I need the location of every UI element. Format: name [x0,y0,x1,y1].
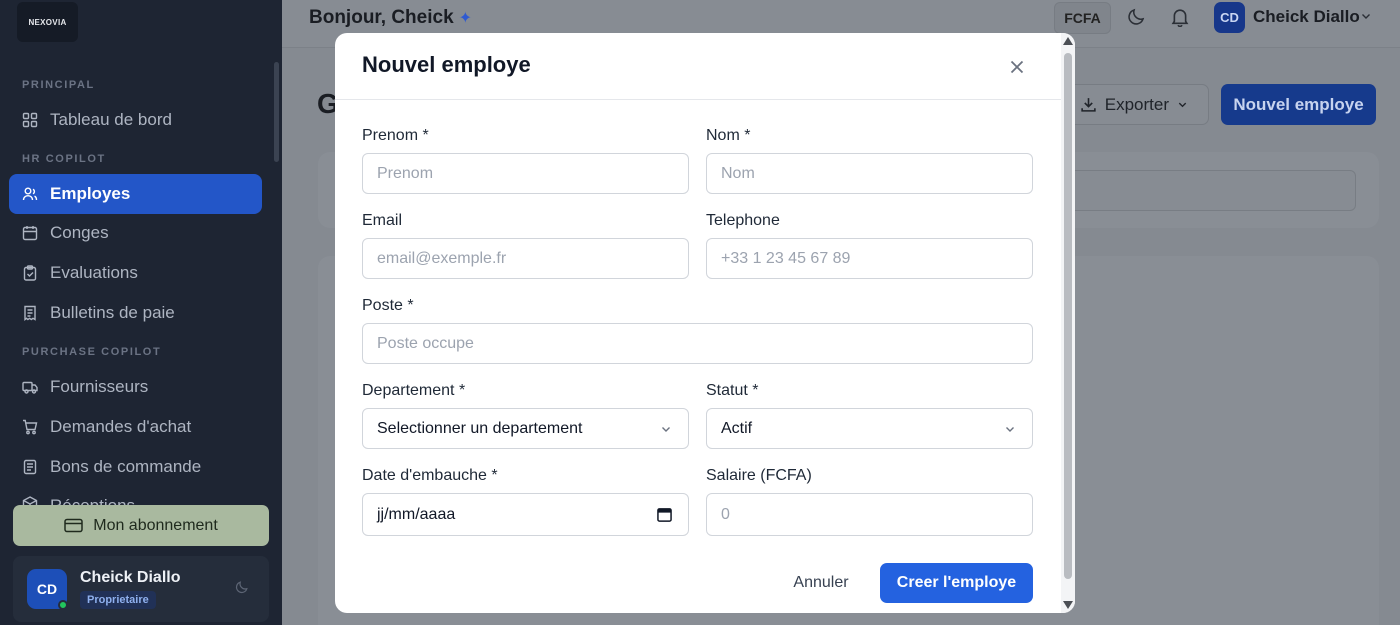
sidebar-item-bulletins-de-paie[interactable]: Bulletins de paie [9,293,262,333]
moon-icon[interactable] [1127,7,1146,26]
modal-divider [335,99,1061,100]
sidebar-item-evaluations[interactable]: Evaluations [9,253,262,293]
sidebar-item-label: Bulletins de paie [50,303,175,322]
date-embauche-value: jj/mm/aaaa [377,505,456,523]
sidebar-item-label: Bons de commande [50,457,202,476]
modal-scrollbar[interactable] [1061,33,1075,613]
sidebar-item-receptions[interactable]: Réceptions [9,486,262,506]
sidebar-item-fournisseurs[interactable]: Fournisseurs [9,367,262,407]
date-embauche-label: Date d'embauche * [362,467,498,484]
sidebar-item-bons-de-commande[interactable]: Bons de commande [9,447,262,487]
date-embauche-input[interactable]: jj/mm/aaaa [362,493,689,536]
departement-label: Departement * [362,382,466,399]
statut-value: Actif [721,419,753,437]
export-button[interactable]: Exporter [1068,84,1209,125]
online-status-dot [58,600,68,610]
export-label: Exporter [1104,94,1169,114]
new-employee-button[interactable]: Nouvel employe [1221,84,1376,125]
section-label-purchase-copilot: PURCHASE COPILOT [22,346,162,358]
close-icon[interactable] [1007,57,1027,77]
salaire-input[interactable] [706,493,1033,536]
sparkle-icon: ✦ [458,10,473,27]
chevron-down-icon[interactable] [1360,10,1372,22]
telephone-input[interactable] [706,238,1033,279]
scrollbar-thumb[interactable] [1064,53,1072,579]
role-badge: Proprietaire [80,591,156,609]
sidebar-scrollbar[interactable] [274,62,279,162]
statut-select[interactable]: Actif [706,408,1033,449]
scroll-down-arrow-icon[interactable] [1063,601,1073,609]
sidebar-item-label: Demandes d'achat [50,417,192,436]
prenom-label: Prenom * [362,127,429,144]
departement-select[interactable]: Selectionner un departement [362,408,689,449]
calendar-icon[interactable] [657,507,672,522]
create-employee-button[interactable]: Creer l'employe [880,563,1033,603]
poste-input[interactable] [362,323,1033,364]
app-logo[interactable]: NEXOVIA [17,2,78,42]
grid-icon [22,112,38,128]
sidebar: NEXOVIA PRINCIPAL Tableau de bord HR COP… [0,0,282,625]
sidebar-item-label: Tableau de bord [50,110,172,129]
calendar-icon [22,225,38,241]
greeting: Bonjour, Cheick ✦ [309,7,472,29]
chevron-down-icon [660,423,672,435]
telephone-label: Telephone [706,212,780,229]
cancel-button[interactable]: Annuler [775,563,867,603]
poste-label: Poste * [362,297,414,314]
user-name: Cheick Diallo [80,569,181,586]
sidebar-item-tableau-de-bord[interactable]: Tableau de bord [9,100,262,140]
sidebar-item-employes[interactable]: Employes [9,174,262,214]
sidebar-item-label: Fournisseurs [50,377,149,396]
nom-label: Nom * [706,127,751,144]
clipboard-icon [22,265,38,281]
document-icon [22,459,38,475]
nom-input[interactable] [706,153,1033,194]
modal-title: Nouvel employe [362,52,531,77]
sidebar-item-conges[interactable]: Conges [9,213,262,253]
truck-icon [22,379,38,395]
email-label: Email [362,212,403,229]
subscription-button[interactable]: Mon abonnement [13,505,269,546]
section-label-hr-copilot: HR COPILOT [22,153,106,165]
new-employee-modal: Nouvel employe Prenom * Nom * Email Tele… [335,33,1075,613]
sidebar-item-demandes-achat[interactable]: Demandes d'achat [9,407,262,447]
receipt-icon [22,305,38,321]
filter-input[interactable] [1068,170,1356,211]
sidebar-item-label: Conges [50,223,109,242]
prenom-input[interactable] [362,153,689,194]
section-label-principal: PRINCIPAL [22,79,95,91]
sidebar-item-label: Employes [50,184,131,203]
subscription-label: Mon abonnement [93,516,218,534]
cart-icon [22,419,38,435]
credit-card-icon [64,518,83,533]
user-card[interactable]: CD Cheick Diallo Proprietaire [13,556,269,622]
email-input[interactable] [362,238,689,279]
greeting-text: Bonjour, Cheick [309,7,454,28]
moon-icon[interactable] [235,580,249,599]
scroll-up-arrow-icon[interactable] [1063,37,1073,45]
statut-label: Statut * [706,382,759,399]
chevron-down-icon [1004,423,1016,435]
departement-value: Selectionner un departement [377,419,583,437]
download-icon [1080,96,1097,113]
user-avatar[interactable]: CD [1214,2,1245,33]
currency-button[interactable]: FCFA [1054,2,1111,34]
users-icon [22,186,38,202]
salaire-label: Salaire (FCFA) [706,467,812,484]
bell-icon[interactable] [1170,7,1190,27]
user-name[interactable]: Cheick Diallo [1253,7,1360,27]
chevron-down-icon [1177,99,1188,110]
sidebar-item-label: Evaluations [50,263,138,282]
